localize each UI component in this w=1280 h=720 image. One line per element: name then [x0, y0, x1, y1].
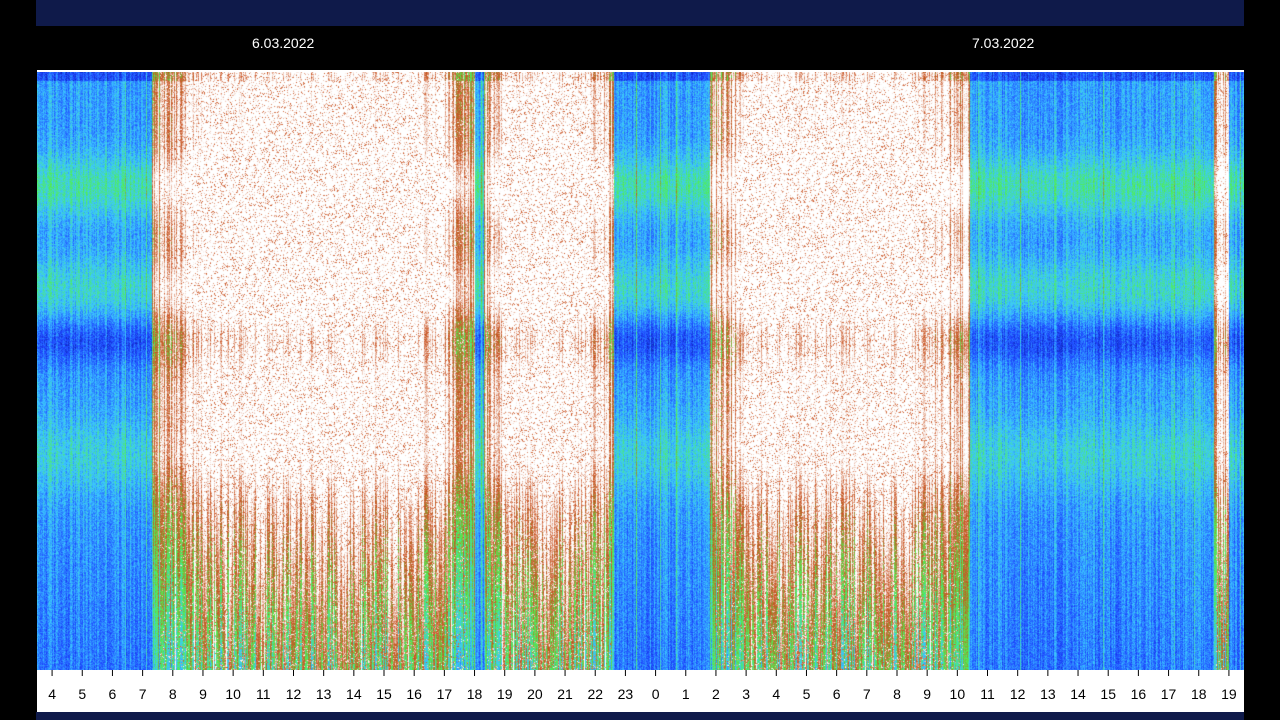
x-tick-label: 16 — [406, 686, 422, 702]
x-tick-label: 8 — [169, 686, 177, 702]
spectrogram-heatmap — [37, 72, 1244, 670]
x-tick-label: 9 — [923, 686, 931, 702]
x-tick-label: 10 — [950, 686, 966, 702]
x-tick-label: 6 — [833, 686, 841, 702]
x-tick-label: 8 — [893, 686, 901, 702]
x-tick-label: 17 — [1161, 686, 1177, 702]
x-tick-label: 15 — [376, 686, 392, 702]
x-tick-label: 7 — [139, 686, 147, 702]
x-tick-label: 6 — [109, 686, 117, 702]
x-axis-svg: 4 5 6 7 8 9 10 11 12 13 14 15 16 17 18 19 20 21 22 23 0 1 2 3 4 5… — [48, 670, 1237, 702]
x-tick-label: 9 — [199, 686, 207, 702]
x-tick-label: 15 — [1100, 686, 1116, 702]
x-tick-label: 3 — [742, 686, 750, 702]
x-tick-label: 5 — [803, 686, 811, 702]
x-tick-label: 7 — [863, 686, 871, 702]
x-tick-label: 0 — [652, 686, 660, 702]
x-tick-label: 22 — [587, 686, 603, 702]
x-tick-label: 10 — [225, 686, 241, 702]
x-tick-label: 5 — [78, 686, 86, 702]
x-tick-label: 19 — [1221, 686, 1237, 702]
x-tick-label: 17 — [437, 686, 453, 702]
x-tick-label: 4 — [48, 686, 56, 702]
x-tick-label: 11 — [256, 686, 271, 702]
date-label-day2: 7.03.2022 — [972, 35, 1035, 51]
top-band — [36, 0, 1244, 26]
x-tick-label: 11 — [980, 686, 995, 702]
x-tick-label: 20 — [527, 686, 543, 702]
x-tick-label: 1 — [682, 686, 690, 702]
x-tick-label: 13 — [1040, 686, 1056, 702]
x-axis: 4 5 6 7 8 9 10 11 12 13 14 15 16 17 18 19 20 21 22 23 0 1 2 3 4 5… — [37, 670, 1244, 714]
x-tick-label: 14 — [1070, 686, 1086, 702]
x-tick-label: 12 — [286, 686, 302, 702]
x-tick-label: 18 — [467, 686, 483, 702]
x-tick-label: 14 — [346, 686, 362, 702]
x-tick-label: 21 — [557, 686, 573, 702]
x-tick-label: 12 — [1010, 686, 1026, 702]
date-label-day1: 6.03.2022 — [252, 35, 315, 51]
bottom-band — [36, 712, 1244, 720]
x-tick-label: 13 — [316, 686, 332, 702]
x-tick-label: 16 — [1131, 686, 1147, 702]
x-tick-label: 4 — [772, 686, 780, 702]
x-tick-label: 23 — [618, 686, 634, 702]
x-tick-label: 2 — [712, 686, 720, 702]
x-tick-label: 18 — [1191, 686, 1207, 702]
x-tick-label: 19 — [497, 686, 513, 702]
